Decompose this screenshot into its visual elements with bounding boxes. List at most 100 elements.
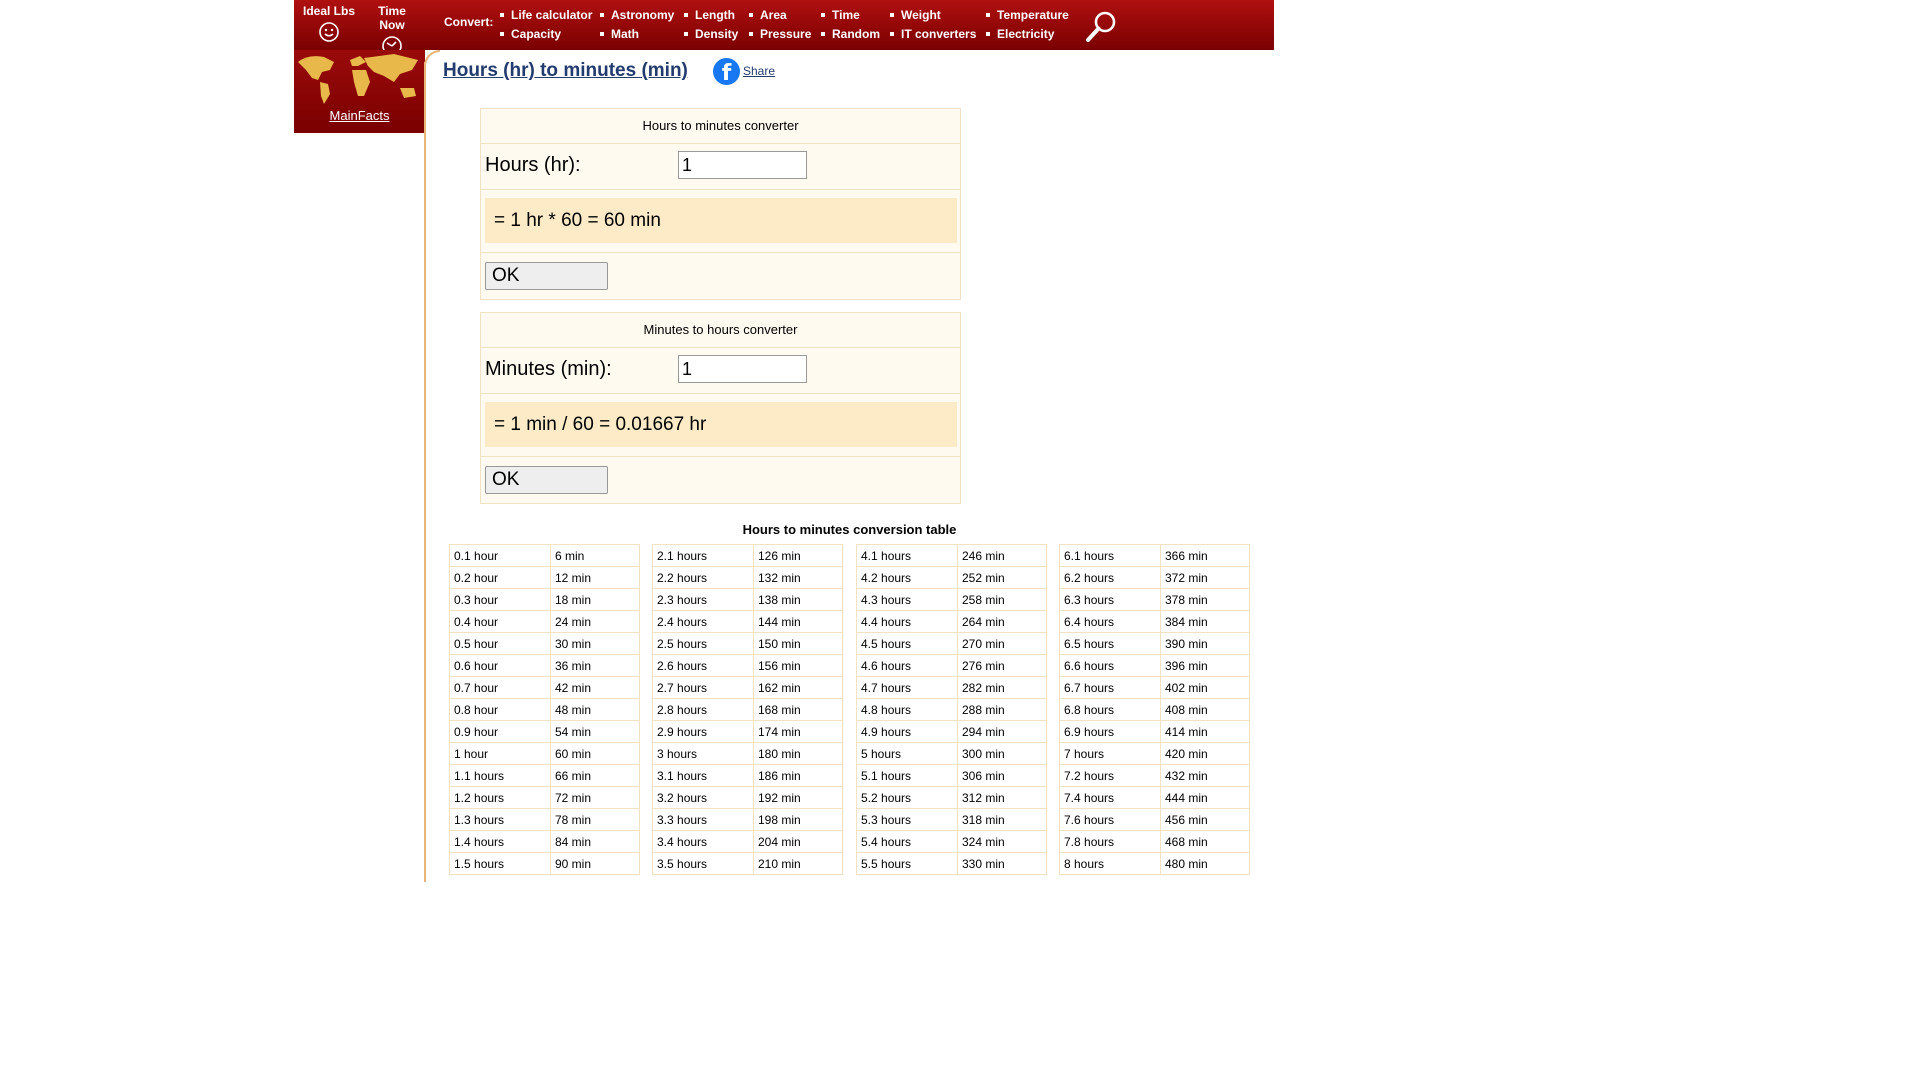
time-now-shortcut[interactable]: Time Now (364, 4, 420, 56)
menu-area[interactable]: Area (749, 8, 787, 22)
minutes-ok-button[interactable]: OK (485, 466, 608, 494)
ideal-lbs-shortcut[interactable]: Ideal Lbs (301, 4, 357, 42)
minutes-cell: 408 min (1160, 698, 1250, 721)
menu-weight[interactable]: Weight (890, 8, 941, 22)
table-row: 0.9 hour 54 min (449, 720, 640, 743)
hours-cell: 4.7 hours (856, 676, 958, 699)
table-row: 6.3 hours 378 min (1059, 588, 1250, 611)
hours-cell: 0.1 hour (449, 544, 551, 567)
world-map-icon[interactable] (294, 52, 425, 106)
minutes-cell: 318 min (957, 808, 1047, 831)
hours-cell: 7.2 hours (1059, 764, 1161, 787)
menu-length[interactable]: Length (684, 8, 735, 22)
minutes-cell: 402 min (1160, 676, 1250, 699)
table-row: 3.1 hours 186 min (652, 764, 843, 787)
minutes-cell: 186 min (753, 764, 843, 787)
table-row: 5.1 hours 306 min (856, 764, 1047, 787)
minutes-cell: 258 min (957, 588, 1047, 611)
search-icon[interactable] (1084, 10, 1118, 44)
minutes-cell: 174 min (753, 720, 843, 743)
content-border-line (424, 62, 426, 882)
hours-cell: 5 hours (856, 742, 958, 765)
menu-math[interactable]: Math (600, 27, 639, 41)
convert-label: Convert: (444, 15, 494, 29)
table-row: 0.7 hour 42 min (449, 676, 640, 699)
facebook-icon[interactable]: f (713, 58, 740, 85)
table-row: 2.9 hours 174 min (652, 720, 843, 743)
minutes-cell: 192 min (753, 786, 843, 809)
menu-electricity[interactable]: Electricity (986, 27, 1054, 41)
table-row: 2.2 hours 132 min (652, 566, 843, 589)
minutes-cell: 468 min (1160, 830, 1250, 853)
table-row: 0.8 hour 48 min (449, 698, 640, 721)
hours-cell: 0.7 hour (449, 676, 551, 699)
hours-cell: 0.3 hour (449, 588, 551, 611)
page-title[interactable]: Hours (hr) to minutes (min) (443, 60, 688, 82)
minutes-cell: 390 min (1160, 632, 1250, 655)
minutes-cell: 378 min (1160, 588, 1250, 611)
minutes-cell: 144 min (753, 610, 843, 633)
menu-it-converters[interactable]: IT converters (890, 27, 976, 41)
mainfacts-link[interactable]: MainFacts (294, 108, 425, 123)
table-row: 0.1 hour 6 min (449, 544, 640, 567)
table-row: 6.6 hours 396 min (1059, 654, 1250, 677)
minutes-cell: 300 min (957, 742, 1047, 765)
hours-cell: 4.4 hours (856, 610, 958, 633)
minutes-cell: 414 min (1160, 720, 1250, 743)
minutes-cell: 306 min (957, 764, 1047, 787)
hours-cell: 3.2 hours (652, 786, 754, 809)
top-navigation-bar: Ideal Lbs Time Now Convert: Life calcula… (294, 0, 1274, 56)
table-row: 4.5 hours 270 min (856, 632, 1047, 655)
hours-cell: 6.8 hours (1059, 698, 1161, 721)
table-row: 6.4 hours 384 min (1059, 610, 1250, 633)
menu-time[interactable]: Time (821, 8, 860, 22)
minutes-cell: 6 min (550, 544, 640, 567)
table-row: 0.2 hour 12 min (449, 566, 640, 589)
menu-astronomy[interactable]: Astronomy (600, 8, 674, 22)
table-row: 6.9 hours 414 min (1059, 720, 1250, 743)
hours-cell: 3.1 hours (652, 764, 754, 787)
minutes-cell: 12 min (550, 566, 640, 589)
table-row: 5.3 hours 318 min (856, 808, 1047, 831)
hours-cell: 6.5 hours (1059, 632, 1161, 655)
hours-cell: 4.3 hours (856, 588, 958, 611)
hours-cell: 8 hours (1059, 852, 1161, 875)
minutes-cell: 270 min (957, 632, 1047, 655)
table-row: 3.2 hours 192 min (652, 786, 843, 809)
hours-to-minutes-converter: Hours to minutes converter Hours (hr): =… (480, 108, 961, 300)
hours-input[interactable] (678, 151, 807, 179)
table-row: 2.5 hours 150 min (652, 632, 843, 655)
hours-cell: 4.5 hours (856, 632, 958, 655)
menu-temperature[interactable]: Temperature (986, 8, 1069, 22)
hours-ok-button[interactable]: OK (485, 262, 608, 290)
table-row: 5 hours 300 min (856, 742, 1047, 765)
minutes-cell: 90 min (550, 852, 640, 875)
hours-cell: 4.6 hours (856, 654, 958, 677)
content-border-corner (424, 50, 440, 66)
menu-random[interactable]: Random (821, 27, 880, 41)
minutes-cell: 294 min (957, 720, 1047, 743)
minutes-input[interactable] (678, 355, 807, 383)
hours-cell: 1.3 hours (449, 808, 551, 831)
minutes-cell: 42 min (550, 676, 640, 699)
hours-cell: 6.3 hours (1059, 588, 1161, 611)
menu-capacity[interactable]: Capacity (500, 27, 561, 41)
table-row: 8 hours 480 min (1059, 852, 1250, 875)
minutes-cell: 180 min (753, 742, 843, 765)
table-row: 5.2 hours 312 min (856, 786, 1047, 809)
menu-pressure[interactable]: Pressure (749, 27, 811, 41)
table-row: 1.2 hours 72 min (449, 786, 640, 809)
menu-life-calculator[interactable]: Life calculator (500, 8, 592, 22)
menu-density[interactable]: Density (684, 27, 738, 41)
hours-cell: 2.6 hours (652, 654, 754, 677)
minutes-cell: 30 min (550, 632, 640, 655)
table-row: 0.5 hour 30 min (449, 632, 640, 655)
converter-heading: Hours to minutes converter (481, 109, 960, 144)
hours-cell: 6.1 hours (1059, 544, 1161, 567)
minutes-cell: 126 min (753, 544, 843, 567)
table-row: 6.5 hours 390 min (1059, 632, 1250, 655)
hours-result: = 1 hr * 60 = 60 min (485, 198, 957, 243)
minutes-cell: 66 min (550, 764, 640, 787)
share-link[interactable]: Share (743, 64, 775, 78)
minutes-cell: 480 min (1160, 852, 1250, 875)
